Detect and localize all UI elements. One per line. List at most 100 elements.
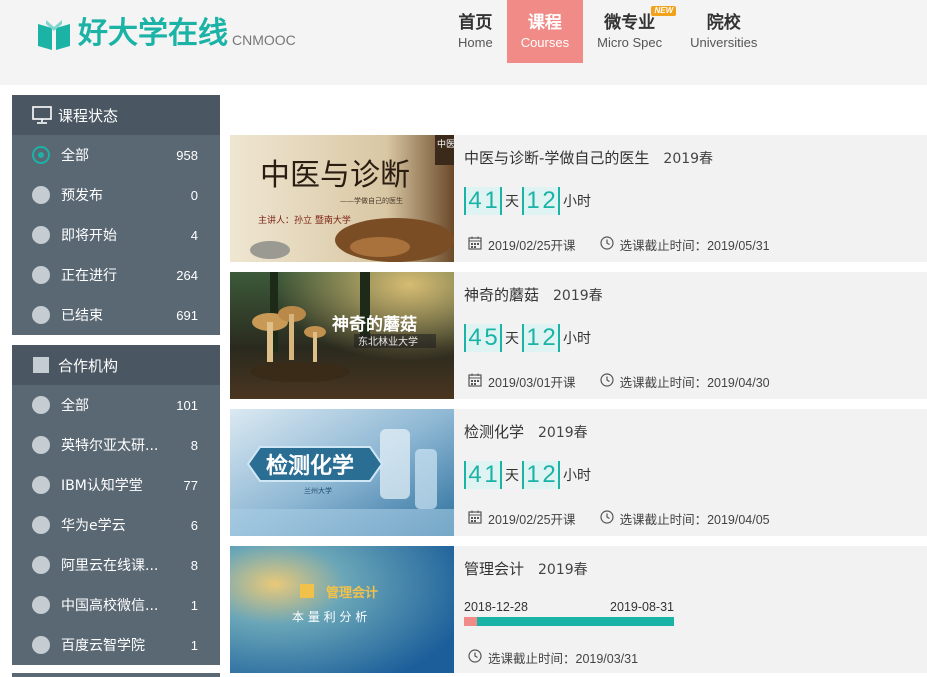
course-name: 中医与诊断-学做自己的医生 (464, 149, 650, 167)
partner-filter-wechat[interactable]: 中国高校微信... 1 (12, 585, 220, 625)
site-header: 好大学在线 CNMOOC 首页 Home 课程 Courses NEW 微专业 … (0, 0, 927, 85)
days-box: 4 1 (464, 461, 502, 489)
timeline-end: 2019-08-31 (610, 600, 674, 614)
partner-filter-aliyun[interactable]: 阿里云在线课... 8 (12, 545, 220, 585)
course-term: 2019春 (553, 288, 603, 304)
digit: 1 (526, 461, 540, 488)
filter-label: 华为e学云 (61, 518, 126, 534)
partner-filter-huawei[interactable]: 华为e学云 6 (12, 505, 220, 545)
days-box: 4 1 (464, 187, 502, 215)
hour-unit: 小时 (563, 331, 591, 347)
partners-panel: 合作机构 全部 101 英特尔亚太研... 8 IBM认知学堂 77 华为e学云… (12, 345, 220, 665)
countdown: 4 5 天 1 2 小时 (464, 324, 594, 352)
course-thumbnail[interactable]: 管理会计 本 量 利 分 析 (230, 546, 454, 673)
course-status-title: 课程状态 (58, 106, 119, 125)
days-box: 4 5 (464, 324, 502, 352)
filter-label: 即将开始 (61, 228, 117, 244)
radio-icon (32, 226, 50, 244)
course-name: 神奇的蘑菇 (464, 286, 540, 304)
status-filter-all[interactable]: 全部 958 (12, 135, 220, 175)
digit: 1 (484, 187, 498, 214)
thumb-corner: 中医 (437, 138, 454, 150)
filter-count: 264 (176, 267, 198, 283)
partner-filter-intel[interactable]: 英特尔亚太研... 8 (12, 425, 220, 465)
nav-courses-sublabel: Courses (520, 34, 570, 50)
course-title[interactable]: 神奇的蘑菇 2019春 (464, 284, 603, 305)
clock-icon (599, 510, 614, 527)
status-filter-ended[interactable]: 已结束 691 (12, 295, 220, 335)
filter-label: 阿里云在线课... (61, 558, 159, 574)
status-filter-ongoing[interactable]: 正在进行 264 (12, 255, 220, 295)
status-filter-upcoming[interactable]: 即将开始 4 (12, 215, 220, 255)
hours-box: 1 2 (522, 187, 560, 215)
filter-count: 1 (190, 597, 198, 613)
course-card[interactable]: 管理会计 本 量 利 分 析 管理会计 2019春 2018-12-28 2019… (230, 546, 927, 673)
square-icon (32, 356, 50, 374)
clock-icon (468, 649, 482, 666)
nav-micro-spec[interactable]: NEW 微专业 Micro Spec (583, 0, 677, 63)
start-date: 2019/03/01开课 (488, 376, 576, 390)
course-card[interactable]: 神奇的蘑菇 东北林业大学 神奇的蘑菇 2019春 4 5 天 1 2 小时 201… (230, 272, 927, 399)
radio-icon (32, 556, 50, 574)
clock-icon (599, 373, 614, 390)
course-title[interactable]: 管理会计 2019春 (464, 558, 588, 579)
radio-icon (32, 636, 50, 654)
digit: 1 (526, 187, 540, 214)
new-badge: NEW (651, 6, 677, 16)
partner-filter-ibm[interactable]: IBM认知学堂 77 (12, 465, 220, 505)
filter-label: 全部 (61, 398, 89, 414)
course-title[interactable]: 检测化学 2019春 (464, 421, 588, 442)
course-meta: 选课截止时间：2019/03/31 (468, 648, 638, 667)
thumb-subtitle: 东北林业大学 (358, 335, 418, 348)
enroll-deadline: 选课截止时间：2019/04/30 (619, 376, 770, 390)
start-date: 2019/02/25开课 (488, 239, 576, 253)
nav-universities[interactable]: 院校 Universities (676, 0, 771, 63)
partners-title: 合作机构 (58, 356, 119, 375)
logo-text: 好大学在线 (78, 16, 228, 51)
thumb-subtitle: 本 量 利 分 析 (292, 610, 367, 624)
digit: 4 (468, 187, 482, 214)
course-card[interactable]: 检测化学 兰州大学 检测化学 2019春 4 1 天 1 2 小时 2019/02… (230, 409, 927, 536)
calendar-icon (468, 236, 482, 253)
timeline-progress (464, 617, 477, 626)
thumb-title: 管理会计 (326, 585, 378, 601)
partner-filter-all[interactable]: 全部 101 (12, 385, 220, 425)
nav-home[interactable]: 首页 Home (444, 0, 507, 63)
filter-count: 958 (176, 147, 198, 163)
filter-count: 8 (190, 557, 198, 573)
thumb-title: 检测化学 (266, 453, 354, 479)
filter-label: 正在进行 (61, 268, 117, 284)
course-thumbnail[interactable]: 中医与诊断 ——学做自己的医生 主讲人：孙立 暨南大学 中医 (230, 135, 454, 262)
nav-courses[interactable]: 课程 Courses (506, 0, 584, 63)
nav-courses-label: 课程 (527, 12, 562, 33)
digit: 2 (542, 187, 556, 214)
day-unit: 天 (505, 331, 519, 347)
radio-icon (32, 516, 50, 534)
logo-subtext: CNMOOC (232, 32, 296, 48)
digit: 5 (484, 324, 498, 351)
course-meta: 2019/02/25开课 选课截止时间：2019/05/31 (468, 235, 770, 254)
partner-filter-baidu[interactable]: 百度云智学院 1 (12, 625, 220, 665)
calendar-icon (468, 373, 482, 390)
radio-selected-icon (32, 146, 50, 164)
filter-label: 中国高校微信... (61, 598, 159, 614)
filter-count: 77 (183, 477, 198, 493)
nav-home-label: 首页 (458, 12, 493, 33)
filter-count: 1 (190, 637, 198, 653)
course-title[interactable]: 中医与诊断-学做自己的医生 2019春 (464, 147, 713, 168)
status-filter-prerelease[interactable]: 预发布 0 (12, 175, 220, 215)
nav-micro-spec-label: 微专业 (604, 12, 656, 33)
timeline-start: 2018-12-28 (464, 600, 528, 614)
course-card[interactable]: 中医与诊断 ——学做自己的医生 主讲人：孙立 暨南大学 中医 中医与诊断-学做自… (230, 135, 927, 262)
course-thumbnail[interactable]: 检测化学 兰州大学 (230, 409, 454, 536)
thumb-lecturer: 主讲人：孙立 暨南大学 (258, 214, 351, 226)
countdown: 4 1 天 1 2 小时 (464, 461, 594, 489)
digit: 1 (484, 461, 498, 488)
course-thumbnail[interactable]: 神奇的蘑菇 东北林业大学 (230, 272, 454, 399)
filter-count: 101 (176, 397, 198, 413)
monitor-icon (32, 106, 52, 124)
site-logo[interactable]: 好大学在线 CNMOOC (36, 16, 296, 52)
digit: 4 (468, 461, 482, 488)
filter-count: 0 (190, 187, 198, 203)
radio-icon (32, 266, 50, 284)
